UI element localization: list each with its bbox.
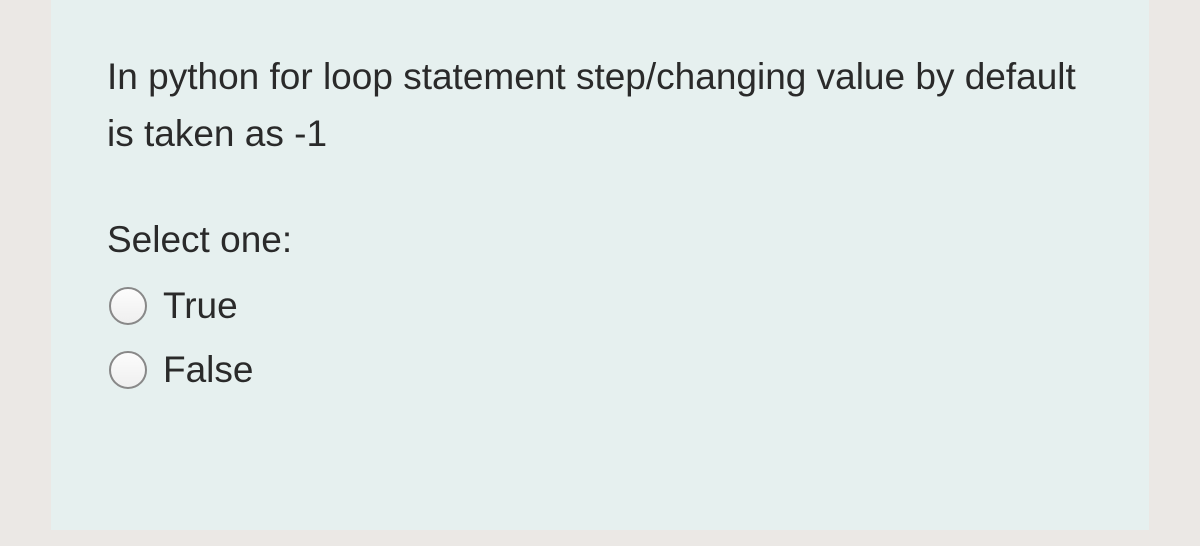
select-prompt: Select one: xyxy=(107,219,1093,261)
option-true[interactable]: True xyxy=(107,285,1093,327)
radio-icon xyxy=(109,351,147,389)
question-card: In python for loop statement step/changi… xyxy=(51,0,1149,530)
option-label: False xyxy=(163,349,253,391)
option-false[interactable]: False xyxy=(107,349,1093,391)
radio-icon xyxy=(109,287,147,325)
question-text: In python for loop statement step/changi… xyxy=(107,48,1093,163)
option-label: True xyxy=(163,285,238,327)
